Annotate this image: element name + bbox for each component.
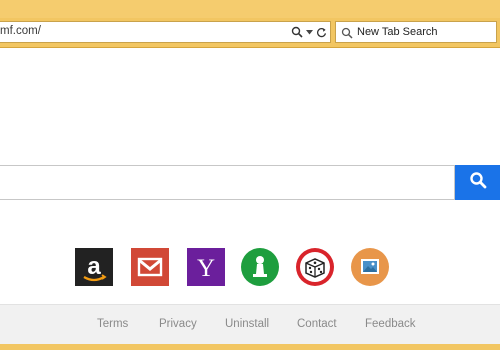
refresh-icon[interactable] <box>316 27 327 38</box>
search-icon <box>341 26 353 44</box>
yahoo-icon[interactable]: Y <box>187 248 225 286</box>
dropdown-arrow-icon[interactable] <box>306 29 313 35</box>
footer: Terms Privacy Uninstall Contact Feedback <box>0 304 500 345</box>
search-icon[interactable] <box>291 26 303 38</box>
footer-link-terms[interactable]: Terms <box>97 318 128 330</box>
search-icon <box>469 171 487 194</box>
dice-game-icon[interactable] <box>296 248 334 286</box>
svg-text:Y: Y <box>197 255 215 282</box>
chess-game-icon[interactable] <box>241 248 279 286</box>
window-bottom-frame <box>0 344 500 350</box>
main-search-input[interactable] <box>0 165 455 200</box>
browser-toolbar: mf.com/ New Tab Search <box>0 0 500 48</box>
address-text[interactable]: mf.com/ <box>0 25 41 37</box>
browser-search-box[interactable]: New Tab Search <box>335 21 497 43</box>
footer-link-uninstall[interactable]: Uninstall <box>225 318 269 330</box>
address-bar[interactable]: mf.com/ <box>0 21 331 43</box>
amazon-icon[interactable]: a <box>75 248 113 286</box>
footer-link-feedback[interactable]: Feedback <box>365 318 416 330</box>
shortcut-bar: a Y <box>75 248 395 286</box>
footer-link-privacy[interactable]: Privacy <box>159 318 197 330</box>
search-box-label: New Tab Search <box>357 26 438 38</box>
search-button[interactable] <box>455 165 500 200</box>
footer-link-contact[interactable]: Contact <box>297 318 337 330</box>
photos-icon[interactable] <box>351 248 389 286</box>
title-bar <box>0 0 500 18</box>
gmail-icon[interactable] <box>131 248 169 286</box>
svg-text:a: a <box>87 253 101 280</box>
